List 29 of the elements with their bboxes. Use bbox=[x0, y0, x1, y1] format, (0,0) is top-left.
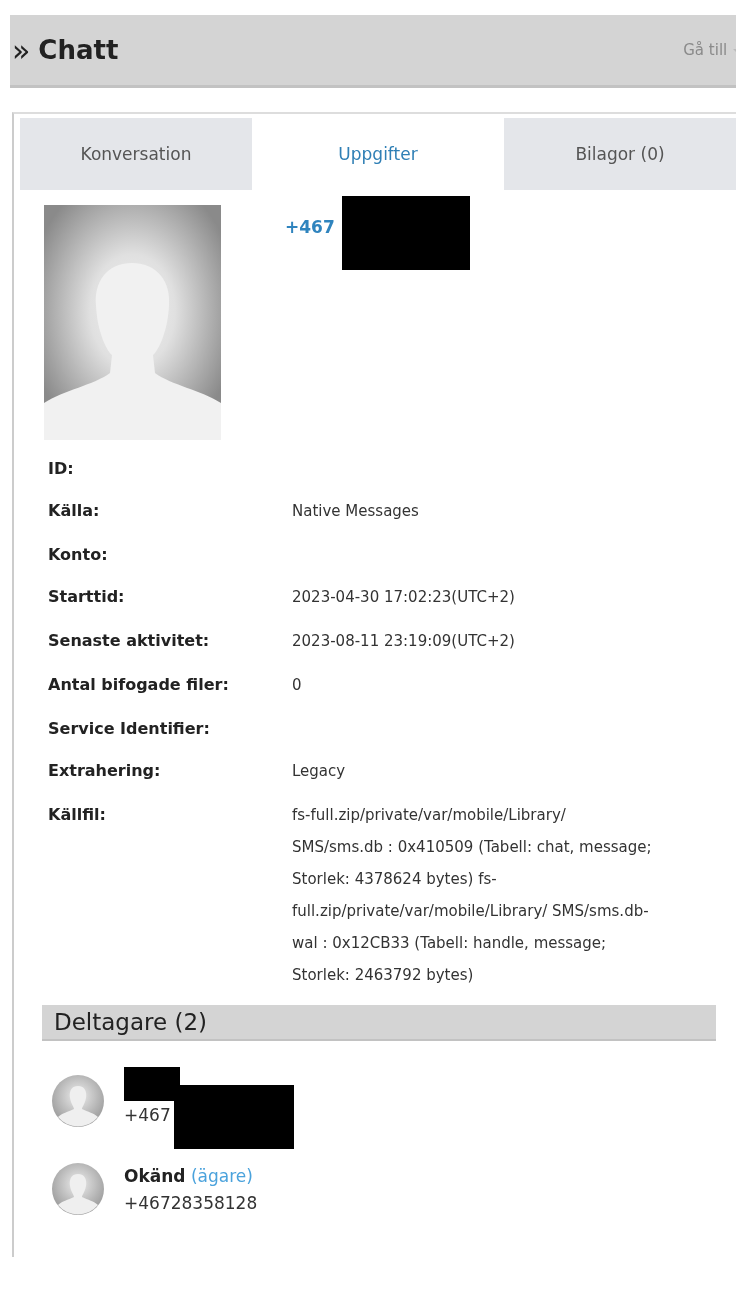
field-value: 0 bbox=[292, 675, 303, 696]
field-label: Konto: bbox=[48, 544, 109, 566]
field-label: Senaste aktivitet: bbox=[48, 630, 211, 652]
participant-name: Okänd bbox=[124, 1166, 186, 1186]
avatar-icon bbox=[52, 1075, 104, 1127]
tab[interactable]: Konversation bbox=[20, 118, 252, 190]
avatar-icon bbox=[52, 1163, 104, 1215]
field-value: Native Messages bbox=[292, 501, 420, 522]
field-label: Starttid: bbox=[48, 586, 126, 608]
field-label: Källa: bbox=[48, 500, 101, 522]
tab[interactable]: Bilagor (0) bbox=[504, 118, 736, 190]
field-value: fs-full.zip/private/var/mobile/Library/ SMS/sms.db : 0x410509 (Tabell: chat, message; Storlek: 4378624 bytes) fs-full.zip/private/var/mobile/Library/ SMS/sms.db-wal : 0x12CB33 (Tabell: handle, message; Storlek: 2463792 bytes) bbox=[292, 805, 652, 986]
field-label: ID: bbox=[48, 458, 75, 480]
goto-menu[interactable]: Gå till bbox=[683, 41, 736, 59]
field-value: Legacy bbox=[292, 761, 347, 782]
avatar-silhouette-icon bbox=[44, 205, 221, 440]
owner-link[interactable]: (ägare) bbox=[190, 1166, 253, 1186]
participant-phone: +46728358128 bbox=[124, 1193, 258, 1213]
section-heading: Deltagare (2) bbox=[42, 1005, 716, 1041]
field-label: Service Identifier: bbox=[48, 718, 211, 740]
page-title: Chatt bbox=[38, 35, 119, 65]
field-value: 2023-04-30 17:02:23(UTC+2) bbox=[292, 587, 516, 608]
field-label: Extrahering: bbox=[48, 760, 162, 782]
participant-phone: +467 bbox=[124, 1105, 171, 1125]
double-chevron-icon[interactable]: » bbox=[12, 32, 31, 68]
field-value: 2023-08-11 23:19:09(UTC+2) bbox=[292, 631, 516, 652]
field-label: Källfil: bbox=[48, 804, 107, 826]
field-label: Antal bifogade filer: bbox=[48, 674, 230, 696]
phone-number[interactable]: +467 bbox=[285, 217, 335, 237]
